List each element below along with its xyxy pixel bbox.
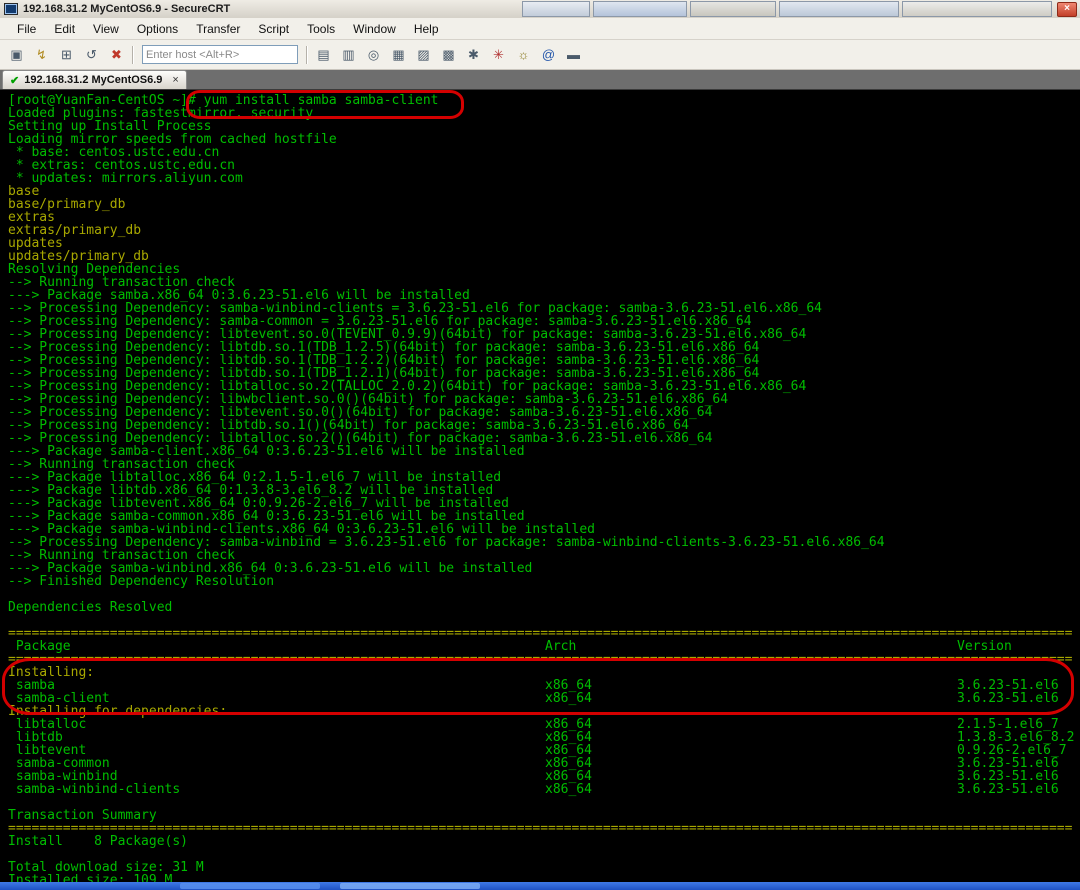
reconnect-icon[interactable]: ↺ [80, 44, 103, 66]
session-tab[interactable]: ✔ 192.168.31.2 MyCentOS6.9 × [2, 70, 187, 89]
menu-item-tools[interactable]: Tools [298, 19, 344, 39]
terminal-line: Installing for dependencies: [8, 704, 228, 719]
terminal-line: Dependencies Resolved [8, 600, 173, 615]
terminal-line: * updates: mirrors.aliyun.com [8, 171, 243, 186]
securecrt-app-icon [4, 3, 18, 15]
terminal-line: samba-common x86_64 3.6.23-51.el6 [8, 756, 1059, 771]
terminal-line: libtdb x86_64 1.3.8-3.el6_8.2 [8, 730, 1075, 745]
toolbar-group-right: ▤ ▥ ◎ ▦ ▨ ▩ ✱ ✳ ☼ @ ▬ [312, 44, 585, 66]
session-tab-label: 192.168.31.2 MyCentOS6.9 [24, 74, 163, 86]
menu-item-help[interactable]: Help [405, 19, 448, 39]
find-icon[interactable]: ◎ [362, 44, 385, 66]
terminal-output: [root@YuanFan-CentOS ~]# yum install sam… [8, 94, 1080, 882]
close-button[interactable]: × [1057, 2, 1077, 17]
terminal-line: samba-winbind-clients x86_64 3.6.23-51.el6 [8, 782, 1059, 797]
paste-icon[interactable]: ▥ [337, 44, 360, 66]
background-window-fragment [522, 0, 590, 17]
terminal-line: ========================================… [8, 652, 1073, 667]
background-window-fragment [593, 0, 687, 17]
tab-close-icon[interactable]: × [172, 74, 178, 86]
background-window-fragment [690, 0, 776, 17]
web-help-icon[interactable]: @ [537, 44, 560, 66]
quick-connect-icon[interactable]: ↯ [30, 44, 53, 66]
run-script-icon[interactable]: ✳ [487, 44, 510, 66]
copy-icon[interactable]: ▤ [312, 44, 335, 66]
menu-item-edit[interactable]: Edit [45, 19, 84, 39]
window-title: 192.168.31.2 MyCentOS6.9 - SecureCRT [23, 3, 231, 15]
background-window-fragment [779, 0, 899, 17]
session-tab-bar: ✔ 192.168.31.2 MyCentOS6.9 × [0, 70, 1080, 90]
connect-icon[interactable]: ▣ [5, 44, 28, 66]
print-preview-icon[interactable]: ▨ [412, 44, 435, 66]
menu-item-transfer[interactable]: Transfer [187, 19, 249, 39]
connect-in-tab-icon[interactable]: ⊞ [55, 44, 78, 66]
terminal-line: libtalloc x86_64 2.1.5-1.el6_7 [8, 717, 1059, 732]
background-window-fragments [522, 0, 1052, 17]
toolbar-separator [132, 45, 134, 64]
menu-item-options[interactable]: Options [128, 19, 187, 39]
terminal-line: Install 8 Package(s) [8, 834, 189, 849]
print-setup-icon[interactable]: ▩ [437, 44, 460, 66]
menu-item-view[interactable]: View [84, 19, 128, 39]
menu-item-window[interactable]: Window [344, 19, 405, 39]
session-options-icon[interactable]: ✱ [462, 44, 485, 66]
terminal-line: samba x86_64 3.6.23-51.el6 [8, 678, 1059, 693]
print-icon[interactable]: ▦ [387, 44, 410, 66]
terminal-line: libtevent x86_64 0.9.26-2.el6_7 [8, 743, 1067, 758]
terminal-line: Installed size: 109 M [8, 873, 173, 882]
terminal-line: ========================================… [8, 626, 1073, 641]
toolbar-group-left: ▣ ↯ ⊞ ↺ ✖ [5, 44, 128, 66]
background-window-fragment [902, 0, 1052, 17]
disconnect-icon[interactable]: ✖ [105, 44, 128, 66]
title-bar: 192.168.31.2 MyCentOS6.9 - SecureCRT × [0, 0, 1080, 19]
light-bulb-icon[interactable]: ☼ [512, 44, 535, 66]
terminal-line: Installing: [8, 665, 95, 680]
terminal-line: base [8, 184, 40, 199]
toolbar: ▣↯⊞↺✖ ▤▥◎▦▨▩✱✳☼@▬ [0, 40, 1080, 70]
menu-item-script[interactable]: Script [249, 19, 298, 39]
menu-item-file[interactable]: File [8, 19, 45, 39]
terminal-line: --> Finished Dependency Resolution [8, 574, 275, 589]
taskbar-strip [0, 882, 1080, 890]
terminal-line: extras [8, 210, 55, 225]
host-input[interactable] [142, 45, 298, 64]
connected-check-icon: ✔ [10, 74, 20, 87]
menu-bar: File Edit View Options Transfer Script Tools Wi… [0, 18, 1080, 40]
terminal-line: extras/primary_db [8, 223, 142, 238]
securecrt-window: 192.168.31.2 MyCentOS6.9 - SecureCRT × F… [0, 0, 1080, 890]
terminal[interactable]: [root@YuanFan-CentOS ~]# yum install sam… [0, 90, 1080, 882]
terminal-line: updates [8, 236, 63, 251]
keymap-icon[interactable]: ▬ [562, 44, 585, 66]
terminal-line: base/primary_db [8, 197, 126, 212]
toolbar-separator [306, 45, 308, 64]
